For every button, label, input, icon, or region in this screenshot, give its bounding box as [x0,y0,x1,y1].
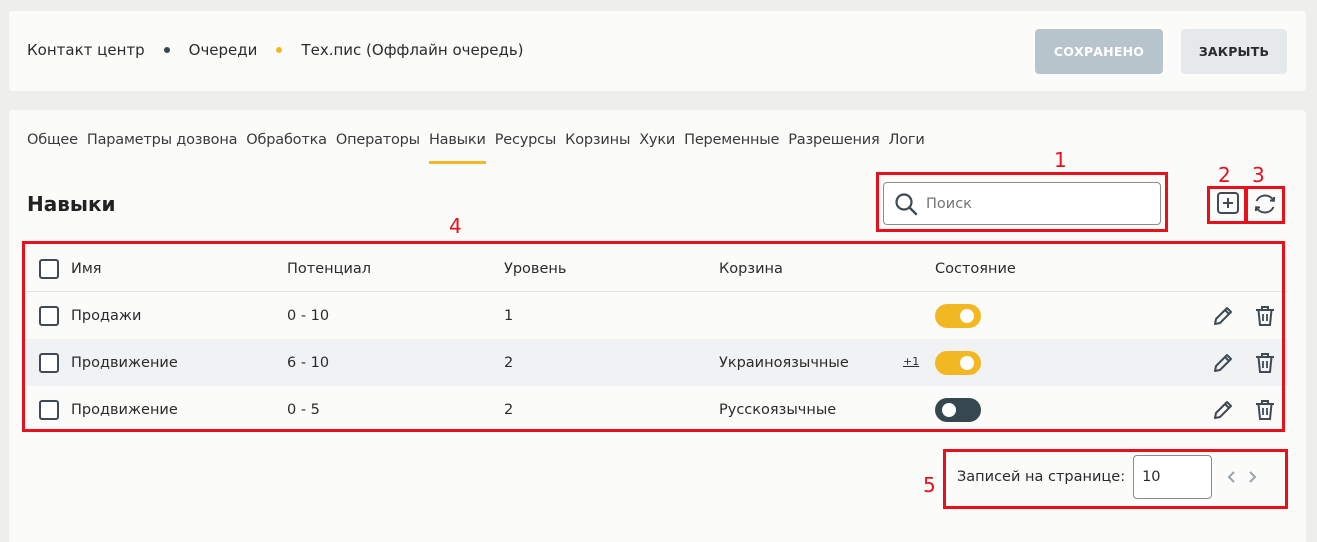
saved-button[interactable]: СОХРАНЕНО [1035,29,1163,74]
annotation-box-pagination [943,449,1288,509]
breadcrumb-separator-dot [163,47,170,53]
tab-general[interactable]: Общее [27,132,78,160]
tab-baskets[interactable]: Корзины [565,132,630,160]
annotation-label: 3 [1252,163,1265,187]
annotation-label: 2 [1218,163,1231,187]
breadcrumb: Контакт центр Очереди Тех.пис (Оффлайн о… [27,41,524,59]
close-button[interactable]: ЗАКРЫТЬ [1181,29,1287,74]
tab-dial-parameters[interactable]: Параметры дозвона [87,132,238,160]
breadcrumb-item-current: Тех.пис (Оффлайн очередь) [301,41,524,59]
tab-bar: Общее Параметры дозвона Обработка Операт… [27,132,934,164]
annotation-box-search [876,172,1168,232]
annotation-box-table [22,241,1285,432]
tab-resources[interactable]: Ресурсы [495,132,557,160]
breadcrumb-item-contact-center[interactable]: Контакт центр [27,41,145,59]
breadcrumb-item-queues[interactable]: Очереди [189,41,258,59]
top-bar: Контакт центр Очереди Тех.пис (Оффлайн о… [9,11,1306,91]
tab-logs[interactable]: Логи [889,132,925,160]
annotation-label: 1 [1054,148,1067,172]
annotation-box-add [1207,186,1247,224]
tab-processing[interactable]: Обработка [246,132,327,160]
tab-variables[interactable]: Переменные [684,132,779,160]
annotation-label: 5 [923,473,936,497]
breadcrumb-separator-dot [276,47,283,53]
section-title: Навыки [27,192,116,216]
tab-skills[interactable]: Навыки [428,132,486,164]
annotation-label: 4 [449,214,462,238]
tab-operators[interactable]: Операторы [336,132,420,160]
annotation-box-refresh [1245,186,1285,224]
tab-hooks[interactable]: Хуки [639,132,675,160]
tab-permissions[interactable]: Разрешения [788,132,879,160]
